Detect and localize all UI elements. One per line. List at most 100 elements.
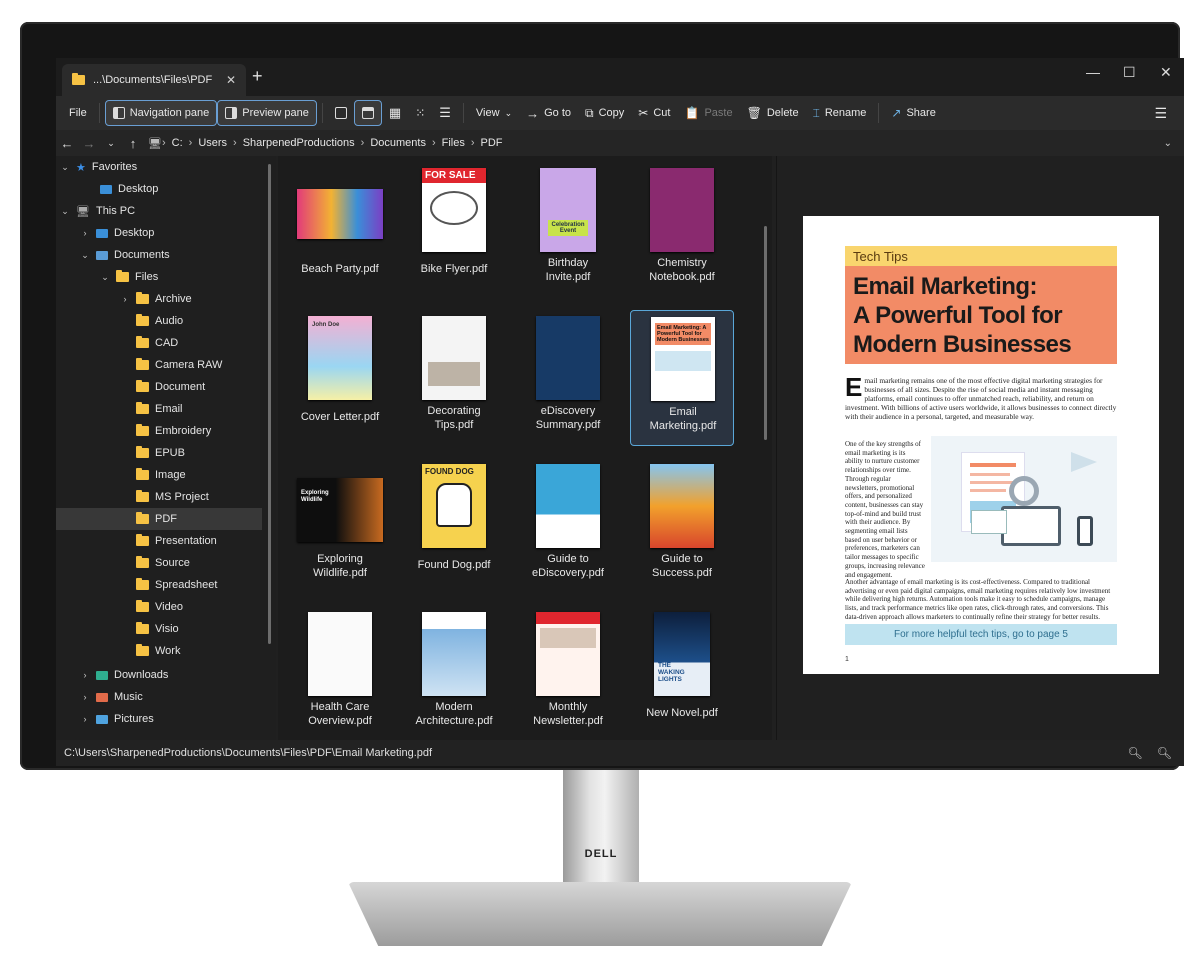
file-thumbnail: [536, 612, 600, 696]
address-dropdown-icon[interactable]: ⌄: [1164, 138, 1172, 149]
back-arrow-icon[interactable]: ←: [56, 136, 78, 151]
zoom-in-icon[interactable]: 🔍︎: [1157, 746, 1172, 760]
tree-item-folder[interactable]: Audio: [120, 310, 183, 332]
tree-item-desktop[interactable]: › Desktop: [80, 222, 155, 244]
rename-button[interactable]: ⌶ Rename: [806, 100, 874, 126]
file-item[interactable]: Exploring Wildlife Exploring Wildlife.pdf: [288, 458, 392, 594]
breadcrumb: 🖥 › C: › Users › SharpenedProductions › …: [148, 137, 509, 150]
breadcrumb-documents[interactable]: Documents: [364, 137, 432, 149]
tree-item-favorites[interactable]: ⌄ ★ Favorites: [60, 156, 137, 178]
tree-item-folder[interactable]: Spreadsheet: [120, 574, 217, 596]
file-name-line-2: Wildlife.pdf: [313, 567, 367, 579]
cut-button[interactable]: ✂ Cut: [631, 100, 677, 126]
tree-label: Favorites: [91, 161, 138, 173]
breadcrumb-files[interactable]: Files: [436, 137, 471, 149]
tree-item-downloads[interactable]: › Downloads: [80, 664, 169, 686]
file-item[interactable]: Decorating Tips.pdf: [402, 310, 506, 446]
file-item[interactable]: Chemistry Notebook.pdf: [630, 162, 734, 298]
tree-item-folder[interactable]: CAD: [120, 332, 178, 354]
file-thumbnail: [536, 464, 600, 548]
file-name-line-2: Success.pdf: [652, 567, 712, 579]
close-window-button[interactable]: ✕: [1160, 64, 1172, 81]
breadcrumb-root[interactable]: C:: [166, 137, 189, 149]
thumb-heading: THE WAKING LIGHTS: [658, 662, 685, 683]
navigation-scrollbar[interactable]: [268, 164, 271, 644]
zoom-out-icon[interactable]: 🔍︎: [1128, 746, 1143, 760]
tree-item-fav-desktop[interactable]: Desktop: [100, 178, 158, 200]
view-dropdown[interactable]: View ⌄: [469, 100, 519, 126]
folder-icon: [136, 358, 149, 370]
folder-icon: [136, 446, 149, 458]
title-bar: ...\Documents\Files\PDF ✕ + — ☐ ✕: [56, 58, 1184, 96]
navigation-pane-button[interactable]: Navigation pane: [104, 100, 218, 126]
share-button[interactable]: ↗ Share: [884, 100, 942, 126]
tree-item-folder[interactable]: MS Project: [120, 486, 209, 508]
goto-button[interactable]: → Go to: [519, 100, 578, 126]
tab-pdf[interactable]: ...\Documents\Files\PDF ✕: [62, 64, 246, 96]
tree-item-folder[interactable]: Camera RAW: [120, 354, 222, 376]
tree-item-folder[interactable]: Document: [120, 376, 205, 398]
tree-item-documents[interactable]: ⌄ Documents: [80, 244, 169, 266]
chevron-down-icon: ⌄: [81, 249, 89, 260]
grid-view-button[interactable]: ▦: [382, 100, 408, 126]
desktop-icon: [100, 184, 112, 194]
tree-item-folder[interactable]: PDF: [120, 508, 177, 530]
tree-item-pictures[interactable]: › Pictures: [80, 708, 154, 730]
footer-band: For more helpful tech tips, go to page 5: [845, 624, 1117, 645]
file-list-scrollbar[interactable]: [764, 226, 767, 440]
tree-item-folder[interactable]: Presentation: [120, 530, 217, 552]
close-tab-icon[interactable]: ✕: [226, 73, 236, 87]
file-item[interactable]: Guide to eDiscovery.pdf: [516, 458, 620, 594]
file-item[interactable]: Health Care Overview.pdf: [288, 606, 392, 740]
status-path: C:\Users\SharpenedProductions\Documents\…: [64, 747, 433, 759]
new-tab-button[interactable]: +: [252, 66, 263, 87]
thumb-heading: FOR SALE: [422, 168, 486, 183]
tree-item-folder[interactable]: EPUB: [120, 442, 185, 464]
breadcrumb-user[interactable]: SharpenedProductions: [237, 137, 361, 149]
computer-icon: 🖥: [148, 137, 162, 150]
file-item[interactable]: FOR SALE Bike Flyer.pdf: [402, 162, 506, 298]
file-item[interactable]: Guide to Success.pdf: [630, 458, 734, 594]
tree-item-folder[interactable]: Image: [120, 464, 186, 486]
paste-button[interactable]: 📋 Paste: [677, 100, 739, 126]
file-item[interactable]: FOUND DOG Found Dog.pdf: [402, 458, 506, 594]
list-view-button[interactable]: [353, 100, 382, 126]
file-item[interactable]: Email Marketing: A Powerful Tool for Mod…: [630, 310, 734, 446]
tree-item-music[interactable]: › Music: [80, 686, 143, 708]
file-name-line-2: Newsletter.pdf: [533, 715, 603, 727]
single-view-button[interactable]: [328, 100, 354, 126]
tree-item-files[interactable]: ⌄ Files: [100, 266, 158, 288]
file-item[interactable]: Monthly Newsletter.pdf: [516, 606, 620, 740]
tree-item-folder[interactable]: Work: [120, 640, 180, 662]
tree-item-folder[interactable]: Source: [120, 552, 190, 574]
file-item[interactable]: eDiscovery Summary.pdf: [516, 310, 620, 446]
file-menu-button[interactable]: File: [62, 100, 94, 126]
tree-item-folder[interactable]: Embroidery: [120, 420, 211, 442]
more-menu-button[interactable]: ☰: [1147, 100, 1174, 126]
copy-label: Copy: [598, 107, 625, 119]
maximize-button[interactable]: ☐: [1123, 64, 1136, 81]
forward-arrow-icon[interactable]: →: [78, 136, 100, 151]
copy-button[interactable]: ⧉ Copy: [578, 100, 631, 126]
breadcrumb-users[interactable]: Users: [192, 137, 233, 149]
tree-item-folder[interactable]: › Archive: [120, 288, 192, 310]
breadcrumb-pdf[interactable]: PDF: [475, 137, 509, 149]
tree-item-folder[interactable]: Video: [120, 596, 183, 618]
desktop-icon: [96, 228, 108, 238]
details-view-button[interactable]: ☰: [432, 100, 458, 126]
small-grid-view-button[interactable]: ⁙: [408, 100, 432, 126]
recent-chevron-icon[interactable]: ⌄: [100, 138, 122, 149]
file-item[interactable]: Beach Party.pdf: [288, 162, 392, 298]
preview-pane-button[interactable]: Preview pane: [217, 100, 317, 126]
file-name-line-2: Invite.pdf: [545, 271, 591, 283]
file-item[interactable]: Celebration Event Birthday Invite.pdf: [516, 162, 620, 298]
file-item[interactable]: Modern Architecture.pdf: [402, 606, 506, 740]
tree-item-folder[interactable]: Visio: [120, 618, 179, 640]
minimize-button[interactable]: —: [1086, 64, 1100, 80]
file-item[interactable]: John Doe Cover Letter.pdf: [288, 310, 392, 446]
file-item[interactable]: THE WAKING LIGHTS New Novel.pdf: [630, 606, 734, 740]
delete-button[interactable]: 🗑 Delete: [740, 100, 806, 126]
tree-item-folder[interactable]: Email: [120, 398, 183, 420]
tree-item-this-pc[interactable]: ⌄ 🖥 This PC: [60, 200, 135, 222]
up-arrow-icon[interactable]: ↑: [122, 136, 144, 151]
